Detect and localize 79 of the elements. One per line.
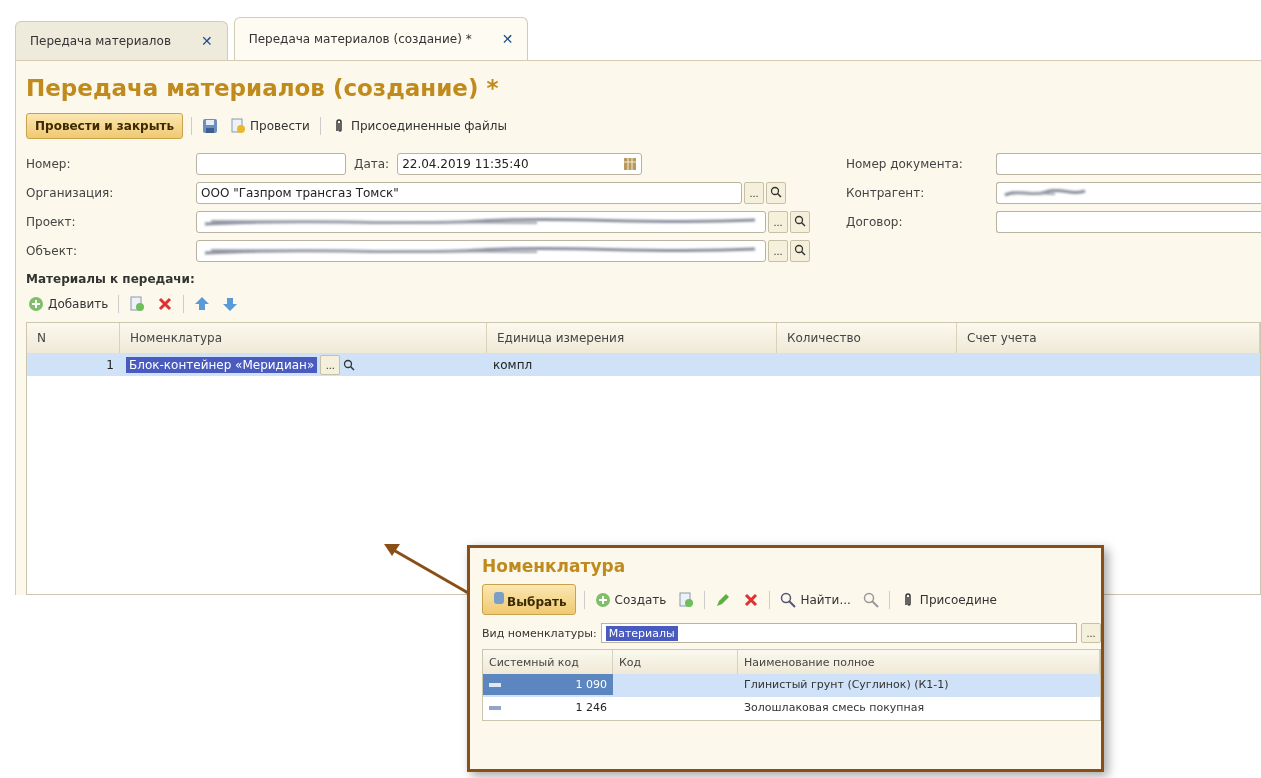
field-label: Номер: xyxy=(26,157,72,171)
input-field[interactable] xyxy=(196,240,766,262)
column-header[interactable]: Единица измерения xyxy=(487,323,777,353)
calendar-icon[interactable] xyxy=(623,157,638,171)
input-field[interactable] xyxy=(196,153,346,175)
toolbar-button[interactable]: Найти... xyxy=(778,589,853,610)
close-icon[interactable]: ✕ xyxy=(501,31,514,47)
arrow-down-icon xyxy=(222,296,239,312)
field-label: Дата: xyxy=(354,157,390,171)
document-add-icon xyxy=(129,296,146,312)
plus-circle-icon xyxy=(28,296,44,312)
input-field[interactable]: Материалы xyxy=(600,623,1077,643)
column-header[interactable]: N xyxy=(27,323,120,353)
column-header[interactable]: Наименование полное xyxy=(738,650,1100,674)
table-cell: 1 246 xyxy=(575,701,607,714)
document-add-icon xyxy=(678,591,695,608)
column-header[interactable]: Номенклатура xyxy=(120,323,487,353)
primary-button[interactable]: Провести и закрыть xyxy=(26,113,184,139)
arrow-up-icon xyxy=(194,296,211,312)
table-cell: 1 090 xyxy=(575,678,607,691)
form-title: Передача материалов (создание) * xyxy=(26,75,500,101)
tab[interactable]: Передача материалов (создание) * ✕ xyxy=(233,17,529,60)
toolbar-button[interactable]: Добавить xyxy=(26,294,111,314)
table-row[interactable]: 1 090 Глинистый грунт (Суглинок) (К1-1) xyxy=(483,674,1100,697)
toolbar-button[interactable]: Создать xyxy=(592,589,669,610)
column-header[interactable]: Количество xyxy=(777,323,957,353)
input-field[interactable] xyxy=(996,153,1261,175)
search-button[interactable] xyxy=(790,240,810,262)
table-cell: Золошлаковая смесь покупная xyxy=(744,701,925,714)
pencil-icon xyxy=(715,591,732,608)
delete-cross-icon xyxy=(743,591,760,608)
ellipsis-button[interactable]: ... xyxy=(1081,623,1101,643)
table-row[interactable]: 1 Блок-контейнер «Меридиан» ... компл xyxy=(27,353,1260,376)
search-button[interactable] xyxy=(766,182,786,204)
table-cell: Глинистый грунт (Суглинок) (К1-1) xyxy=(744,678,949,691)
plus-circle-icon xyxy=(594,591,611,608)
section-title: Материалы к передачи: xyxy=(26,272,196,286)
column-header[interactable]: Системный код xyxy=(483,650,613,674)
field-label: Вид номенклатуры: xyxy=(482,626,597,640)
date-field[interactable]: 22.04.2019 11:35:40 xyxy=(397,153,643,175)
search-icon xyxy=(780,591,797,608)
table-row[interactable]: 1 246 Золошлаковая смесь покупная xyxy=(483,697,1100,720)
field-label: Проект: xyxy=(26,215,77,229)
search-button[interactable] xyxy=(790,211,810,233)
table-cell-text: компл xyxy=(492,356,534,374)
ellipsis-button[interactable]: ... xyxy=(320,354,341,375)
primary-button[interactable]: Выбрать xyxy=(482,584,576,615)
selected-item-text[interactable]: Блок-контейнер «Меридиан» xyxy=(126,356,318,373)
input-field[interactable] xyxy=(996,182,1261,204)
dash-icon xyxy=(489,705,501,710)
search-icon xyxy=(343,358,356,371)
delete-cross-icon xyxy=(157,296,174,312)
column-header[interactable]: Счет учета xyxy=(957,323,1260,353)
table-cell-text: 1 xyxy=(105,356,115,374)
column-header[interactable]: Код xyxy=(613,650,738,674)
input-field[interactable] xyxy=(996,211,1261,233)
search-icon xyxy=(794,244,806,256)
input-field[interactable]: ООО "Газпром трансгаз Томск" xyxy=(196,182,742,204)
popup-title: Номенклатура xyxy=(482,556,627,576)
ellipsis-button[interactable]: ... xyxy=(768,211,788,233)
toolbar-button[interactable]: Присоедине xyxy=(897,589,999,610)
ellipsis-button[interactable]: ... xyxy=(768,240,788,262)
search-icon xyxy=(770,186,782,198)
toolbar-button[interactable]: Провести xyxy=(228,116,312,136)
field-label: Договор: xyxy=(846,215,904,229)
document-post-icon xyxy=(230,118,247,134)
field-label: Объект: xyxy=(26,244,78,258)
field-label: Номер документа: xyxy=(846,157,964,171)
selected-value-text: Материалы xyxy=(605,625,678,641)
ellipsis-button[interactable]: ... xyxy=(744,182,764,204)
search-clear-icon xyxy=(862,591,879,608)
toolbar-button[interactable]: Присоединенные файлы xyxy=(328,116,509,136)
dash-icon xyxy=(489,682,501,687)
field-label: Контрагент: xyxy=(846,186,926,200)
tab[interactable]: Передача материалов ✕ xyxy=(15,21,228,60)
input-field[interactable] xyxy=(196,211,766,233)
close-icon[interactable]: ✕ xyxy=(200,33,213,49)
search-icon xyxy=(794,215,806,227)
field-label: Организация: xyxy=(26,186,115,200)
